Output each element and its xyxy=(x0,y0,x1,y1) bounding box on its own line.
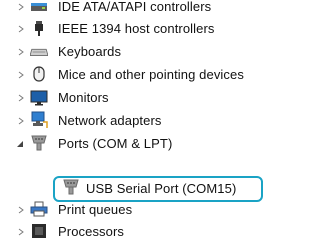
port-connector-icon xyxy=(30,135,48,151)
tree-item-label: IEEE 1394 host controllers xyxy=(58,21,215,36)
tree-item-processors[interactable]: Processors xyxy=(0,221,288,243)
tree-item-label: Network adapters xyxy=(58,113,162,128)
tree-item-label: Keyboards xyxy=(58,44,122,59)
tree-item-mice[interactable]: Mice and other pointing devices xyxy=(0,64,288,86)
tree-item-label: Mice and other pointing devices xyxy=(58,67,244,82)
chevron-right-icon[interactable] xyxy=(16,227,26,237)
chevron-right-icon[interactable] xyxy=(16,2,26,12)
mouse-icon xyxy=(30,66,48,82)
chevron-right-icon[interactable] xyxy=(16,24,26,34)
tree-item-label: Print queues xyxy=(58,202,133,217)
printer-icon xyxy=(30,201,48,217)
tree-item-label: IDE ATA/ATAPI controllers xyxy=(58,0,212,14)
chevron-right-icon[interactable] xyxy=(16,205,26,215)
tree-item-ports[interactable]: Ports (COM & LPT) xyxy=(0,133,288,155)
tree-item-ide-controllers[interactable]: IDE ATA/ATAPI controllers xyxy=(0,0,288,18)
ide-controller-icon xyxy=(30,0,48,15)
chevron-right-icon[interactable] xyxy=(16,116,26,126)
tree-item-keyboards[interactable]: Keyboards xyxy=(0,41,288,63)
chevron-down-icon[interactable] xyxy=(15,139,25,149)
keyboard-icon xyxy=(30,44,48,60)
tree-item-label: Processors xyxy=(58,224,125,239)
processor-icon xyxy=(30,223,48,239)
tree-item-label: Monitors xyxy=(58,90,109,105)
tree-item-network-adapters[interactable]: Network adapters xyxy=(0,110,288,132)
chevron-right-icon[interactable] xyxy=(16,70,26,80)
network-adapter-icon xyxy=(30,111,48,128)
tree-item-ieee1394-controllers[interactable]: IEEE 1394 host controllers xyxy=(0,18,288,40)
monitor-icon xyxy=(30,90,48,106)
device-manager-tree: IDE ATA/ATAPI controllers IEEE 1394 host… xyxy=(0,0,288,241)
tree-item-label: Ports (COM & LPT) xyxy=(58,136,173,151)
chevron-right-icon[interactable] xyxy=(16,93,26,103)
ieee1394-plug-icon xyxy=(30,21,48,37)
chevron-right-icon[interactable] xyxy=(16,47,26,57)
tree-item-print-queues[interactable]: Print queues xyxy=(0,199,288,221)
tree-item-monitors[interactable]: Monitors xyxy=(0,87,288,109)
